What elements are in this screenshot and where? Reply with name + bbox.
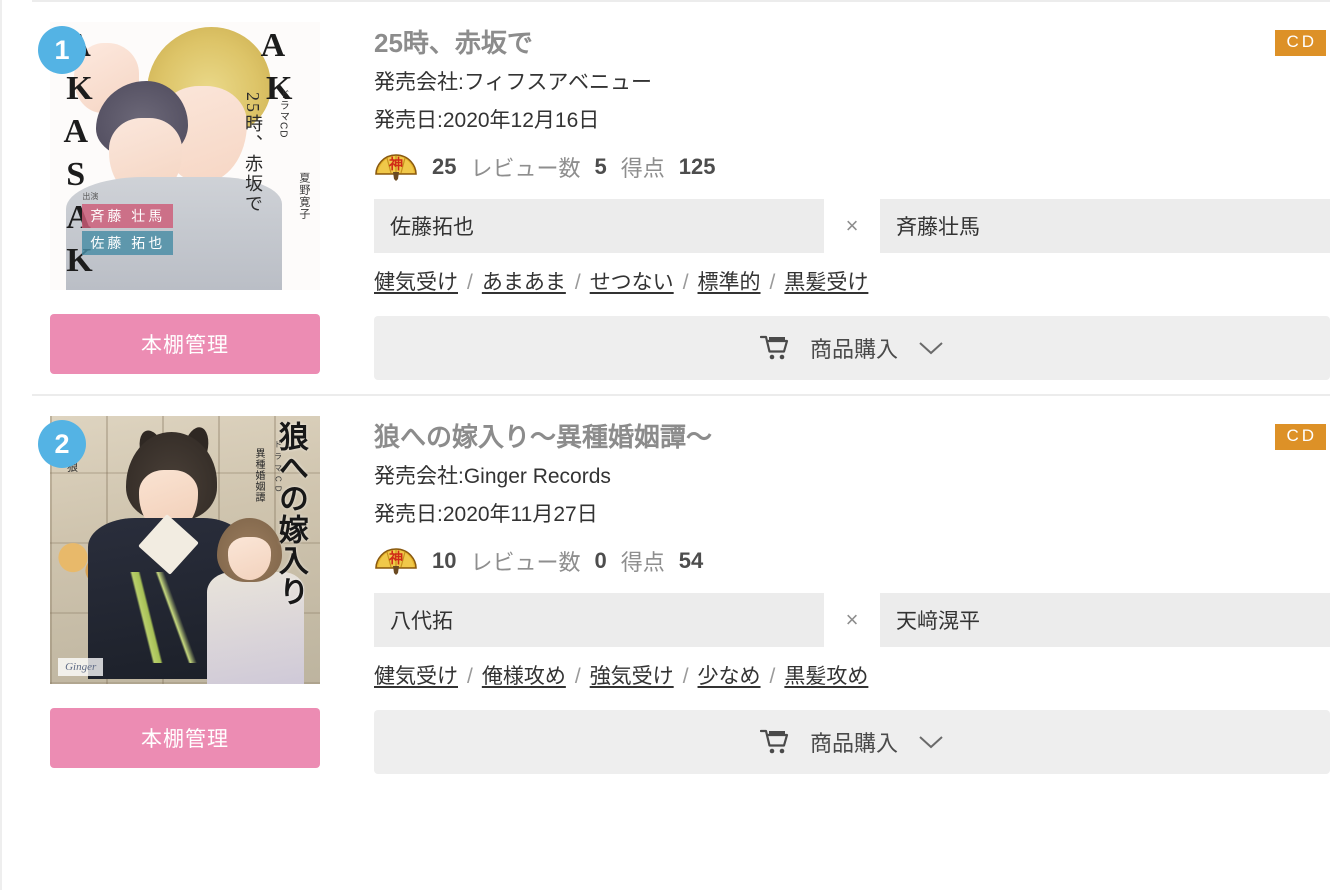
review-count-value: 0 [594,547,607,573]
cover-image[interactable]: 狼への嫁入り 異種婚姻譚 ドラマCD 大狼 Ginger [50,416,320,685]
tag-link[interactable]: 黒髪攻め [784,665,868,688]
kami-fan-icon: 神 [375,153,417,181]
tag-separator: / [467,270,473,294]
item-right-column: 25時、赤坂で CD 発売会社:フィフスアベニュー 発売日:2020年12月16… [328,14,1330,381]
cast-left[interactable]: 佐藤拓也 [374,198,824,253]
cart-icon [759,336,789,360]
cast-right[interactable]: 斉藤壮馬 [880,198,1330,253]
cover-art-cast-name-2: 佐藤 拓也 [82,231,174,256]
rating-value: 25 [432,153,457,179]
media-type-badge: CD [1275,424,1326,450]
list-item: 2 狼への嫁入り 異種婚姻譚 ドラマCD Ginger 本棚管理 狼への嫁入り〜… [2,396,1344,788]
tag-row: 健気受け / あまあま / せつない / 標準的 / 黒髪受け [374,267,1330,299]
review-count-label: レビュー数 [470,549,581,575]
publisher-line: 発売会社:Ginger Records [374,465,611,489]
purchase-button[interactable]: 商品購入 [374,710,1330,775]
purchase-button[interactable]: 商品購入 [374,316,1330,381]
cover-art-cast-name-1: 斉藤 壮馬 [82,204,174,229]
rank-badge: 2 [38,420,86,469]
tag-link[interactable]: せつない [590,271,674,294]
cover-image[interactable]: A K A S A K A K ドラマCD 25時、赤坂で 夏 [50,22,320,290]
rank-badge: 1 [38,26,86,74]
purchase-button-label: 商品購入 [809,731,898,757]
stats-row: 神 25 レビュー数 5 得点 125 [374,151,1330,183]
tag-separator: / [574,270,581,294]
score-value: 54 [678,547,704,573]
tag-link[interactable]: あまあま [482,271,566,294]
cast-right[interactable]: 天﨑滉平 [880,592,1330,647]
item-title[interactable]: 狼への嫁入り〜異種婚姻譚〜 [374,422,712,453]
score-value: 125 [678,153,716,179]
tag-separator: / [769,664,776,688]
cast-row: 佐藤拓也 × 斉藤壮馬 [374,198,1330,253]
tag-link[interactable]: 俺様攻め [482,665,566,688]
svg-text:神: 神 [388,550,403,567]
publisher-line: 発売会社:フィフスアベニュー [374,71,652,95]
tag-link[interactable]: 少なめ [698,665,761,688]
cover-art-vertical-small: ドラマCD [273,440,283,496]
title-row: 25時、赤坂で CD [374,28,1330,59]
item-title[interactable]: 25時、赤坂で [374,28,533,59]
tag-link[interactable]: 強気受け [590,665,674,688]
cover-art-vertical-title: 25時、赤坂で [243,91,263,214]
cover-art-grass [55,571,245,663]
media-type-badge: CD [1275,30,1326,56]
tag-row: 健気受け / 俺様攻め / 強気受け / 少なめ / 黒髪攻め [374,661,1330,693]
tag-separator: / [682,270,689,294]
cover-wrapper: 2 狼への嫁入り 異種婚姻譚 ドラマCD Ginger [38,416,320,685]
stats-row: 神 10 レビュー数 0 得点 54 [374,545,1330,577]
cover-wrapper: 1 A K A [38,22,320,290]
ranking-list-page: 1 A K A [0,0,1344,890]
cover-art-label: Ginger [58,658,104,677]
cast-separator-icon: × [824,592,880,647]
tag-link[interactable]: 黒髪受け [784,271,868,294]
list-item: 1 A K A [2,2,1344,394]
tag-link[interactable]: 健気受け [374,665,458,688]
tag-link[interactable]: 標準的 [698,271,761,294]
review-count-value: 5 [594,153,607,179]
cover-art-vertical-sub: 異種婚姻譚 [253,448,264,504]
ranking-list: 1 A K A [2,2,1344,788]
tag-link[interactable]: 健気受け [374,271,458,294]
shelf-manage-button[interactable]: 本棚管理 [50,314,320,374]
cart-icon [759,730,789,754]
kami-fan-icon: 神 [375,547,417,575]
item-right-column: 狼への嫁入り〜異種婚姻譚〜 CD 発売会社:Ginger Records 発売日… [328,408,1330,775]
item-left-column: 1 A K A [28,14,328,374]
title-row: 狼への嫁入り〜異種婚姻譚〜 CD [374,422,1330,453]
svg-text:神: 神 [388,156,403,173]
cover-art-cast-block: 出演 斉藤 壮馬 佐藤 拓也 [82,191,174,256]
purchase-button-label: 商品購入 [809,337,898,363]
item-left-column: 2 狼への嫁入り 異種婚姻譚 ドラマCD Ginger 本棚管理 [28,408,328,769]
release-date-line: 発売日:2020年11月27日 [374,503,598,527]
tag-separator: / [574,664,581,688]
tag-separator: / [682,664,689,688]
cover-art-cast-label: 出演 [82,192,99,202]
cover-art-vertical-small: ドラマCD [277,89,289,139]
tag-separator: / [769,270,776,294]
rating-value: 10 [432,547,457,573]
chevron-down-icon [919,342,943,355]
review-count-label: レビュー数 [470,155,581,181]
chevron-down-icon [919,736,943,749]
cover-art-vertical-author: 夏野寛子 [297,172,310,221]
cast-separator-icon: × [824,198,880,253]
shelf-manage-button[interactable]: 本棚管理 [50,708,320,769]
cover-art: A K A S A K A K ドラマCD 25時、赤坂で 夏 [50,22,320,290]
cast-row: 八代拓 × 天﨑滉平 [374,592,1330,647]
tag-separator: / [467,664,473,688]
score-label: 得点 [620,549,665,575]
cover-art: 狼への嫁入り 異種婚姻譚 ドラマCD 大狼 Ginger [50,416,320,685]
cast-left[interactable]: 八代拓 [374,592,824,647]
release-date-line: 発売日:2020年12月16日 [374,108,600,132]
score-label: 得点 [620,155,665,181]
